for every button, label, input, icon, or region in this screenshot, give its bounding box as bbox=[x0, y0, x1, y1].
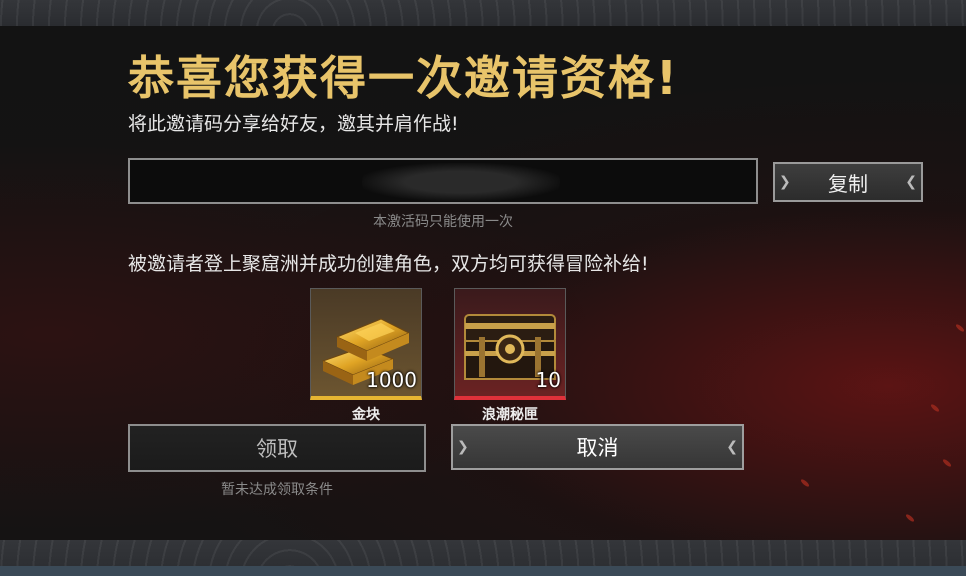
reward-item-gold[interactable]: 1000 bbox=[310, 288, 422, 400]
claim-condition-hint: 暂未达成领取条件 bbox=[221, 482, 333, 498]
copy-button-label: 复制 bbox=[828, 171, 868, 196]
chevron-left-icon: ❮ bbox=[905, 174, 917, 190]
ember-decoration bbox=[929, 403, 941, 413]
reward-name: 浪潮秘匣 bbox=[482, 407, 538, 423]
ember-decoration bbox=[904, 513, 916, 523]
invite-code-field[interactable] bbox=[128, 158, 758, 204]
dialog-title: 恭喜您获得一次邀请资格! bbox=[128, 51, 679, 105]
claim-button-label: 领取 bbox=[256, 437, 298, 461]
chevron-right-icon: ❯ bbox=[779, 174, 791, 190]
claim-button[interactable]: 领取 bbox=[128, 424, 426, 472]
invite-code-value-redacted bbox=[362, 163, 560, 201]
ember-decoration bbox=[799, 478, 811, 488]
copy-button[interactable]: ❯ 复制 ❮ bbox=[773, 162, 923, 202]
chevron-right-icon: ❯ bbox=[457, 439, 469, 455]
reward-item-chest[interactable]: 10 bbox=[454, 288, 566, 400]
cancel-button-label: 取消 bbox=[576, 436, 619, 460]
bottom-hud-strip bbox=[0, 566, 966, 576]
reward-count: 1000 bbox=[366, 368, 417, 392]
top-decorative-band bbox=[0, 0, 966, 26]
reward-count: 10 bbox=[535, 368, 561, 392]
chevron-left-icon: ❮ bbox=[726, 439, 738, 455]
cancel-button[interactable]: ❯ 取消 ❮ bbox=[451, 424, 744, 470]
reward-name: 金块 bbox=[352, 407, 380, 423]
invite-reward-description: 被邀请者登上聚窟洲并成功创建角色，双方均可获得冒险补给! bbox=[128, 253, 649, 275]
dialog-subtitle: 将此邀请码分享给好友，邀其并肩作战! bbox=[128, 113, 459, 135]
ember-decoration bbox=[954, 323, 966, 333]
invite-code-hint: 本激活码只能使用一次 bbox=[373, 214, 513, 230]
ember-decoration bbox=[941, 458, 953, 468]
